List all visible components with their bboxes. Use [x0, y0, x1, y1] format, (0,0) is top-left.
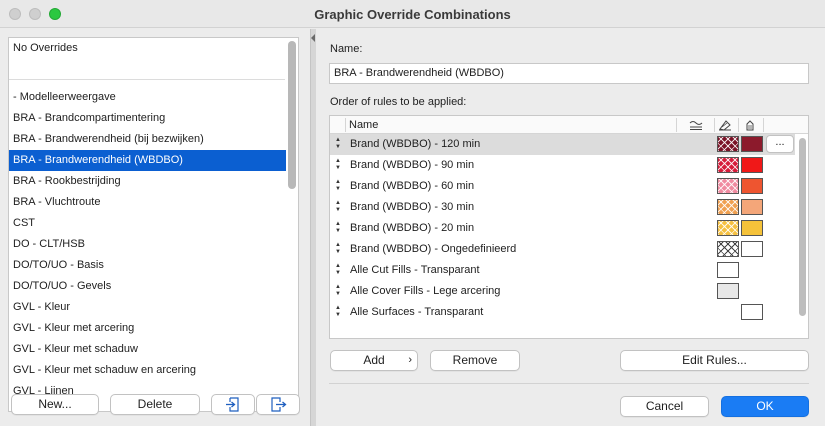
- line-overrides-icon: [689, 119, 703, 131]
- drag-handle-icon[interactable]: ▲ ▼: [334, 263, 342, 277]
- combination-item[interactable]: DO/TO/UO - Basis: [9, 255, 286, 276]
- rule-name: Brand (WBDBO) - 120 min: [350, 138, 481, 150]
- rule-name: Brand (WBDBO) - 30 min: [350, 201, 475, 213]
- rule-row[interactable]: ▲ ▼ Brand (WBDBO) - 60 min: [330, 176, 795, 197]
- drag-handle-icon[interactable]: ▲ ▼: [334, 200, 342, 214]
- rule-name: Brand (WBDBO) - 60 min: [350, 180, 475, 192]
- drag-handle-icon[interactable]: ▲ ▼: [334, 305, 342, 319]
- panel-splitter[interactable]: [310, 29, 316, 426]
- surface-override-swatch[interactable]: [741, 220, 763, 236]
- combination-item[interactable]: BRA - Brandwerendheid (bij bezwijken): [9, 129, 286, 150]
- delete-button[interactable]: Delete: [110, 394, 200, 415]
- rule-row[interactable]: ▲ ▼ Brand (WBDBO) - 30 min: [330, 197, 795, 218]
- combination-item[interactable]: DO/TO/UO - Gevels: [9, 276, 286, 297]
- no-overrides-label: No Overrides: [13, 42, 78, 54]
- import-button[interactable]: [211, 394, 255, 415]
- rule-options-button[interactable]: ...: [766, 135, 794, 153]
- surface-override-swatch[interactable]: [741, 199, 763, 215]
- ok-button[interactable]: OK: [721, 396, 809, 417]
- rule-row[interactable]: ▲ ▼ Brand (WBDBO) - 20 min: [330, 218, 795, 239]
- surface-override-swatch[interactable]: [741, 241, 763, 257]
- rule-name: Alle Surfaces - Transparant: [350, 306, 484, 318]
- combination-item[interactable]: GVL - Kleur: [9, 297, 286, 318]
- export-icon: [270, 397, 287, 412]
- fill-override-swatch[interactable]: [717, 199, 739, 215]
- surface-override-swatch[interactable]: [741, 136, 763, 152]
- add-button[interactable]: Add ›: [330, 350, 418, 371]
- combination-item[interactable]: DO - CLT/HSB: [9, 234, 286, 255]
- surface-override-swatch[interactable]: [741, 178, 763, 194]
- combination-item[interactable]: - Modelleerweergave: [9, 87, 286, 108]
- fill-override-swatch[interactable]: [717, 283, 739, 299]
- rule-name: Brand (WBDBO) - 20 min: [350, 222, 475, 234]
- rule-name: Alle Cover Fills - Lege arcering: [350, 285, 501, 297]
- combination-item[interactable]: BRA - Brandwerendheid (WBDBO): [9, 150, 286, 171]
- rule-name: Alle Cut Fills - Transparant: [350, 264, 480, 276]
- drag-handle-icon[interactable]: ▲ ▼: [334, 179, 342, 193]
- combinations-list[interactable]: No Overrides - Modelleerweergave BRA - Br…: [8, 37, 299, 412]
- combination-item[interactable]: GVL - Kleur met schaduw: [9, 339, 286, 360]
- rule-row[interactable]: ▲ ▼ Brand (WBDBO) - 90 min: [330, 155, 795, 176]
- drag-handle-icon[interactable]: ▲ ▼: [334, 158, 342, 172]
- fill-override-swatch[interactable]: [717, 178, 739, 194]
- combination-item[interactable]: BRA - Vluchtroute: [9, 192, 286, 213]
- combination-item[interactable]: BRA - Brandcompartimentering: [9, 108, 286, 129]
- name-column-header[interactable]: Name: [349, 119, 378, 131]
- drag-handle-icon[interactable]: ▲ ▼: [334, 284, 342, 298]
- no-overrides-item[interactable]: No Overrides: [9, 38, 285, 80]
- surface-overrides-icon: [743, 119, 757, 131]
- surface-override-swatch[interactable]: [741, 157, 763, 173]
- fill-override-swatch[interactable]: [717, 262, 739, 278]
- surface-override-swatch[interactable]: [741, 304, 763, 320]
- combinations-panel: No Overrides - Modelleerweergave BRA - Br…: [0, 29, 310, 426]
- fill-override-swatch[interactable]: [717, 157, 739, 173]
- rules-table-header: Name: [330, 116, 808, 134]
- rules-label: Order of rules to be applied:: [330, 96, 467, 108]
- export-button[interactable]: [256, 394, 300, 415]
- rules-table: Name ▲ ▼ Brand (WBDBO) - 120 min... ▲ ▼ Brand: [329, 115, 809, 339]
- drag-handle-icon[interactable]: ▲ ▼: [334, 242, 342, 256]
- fill-overrides-icon: [718, 119, 732, 131]
- remove-button[interactable]: Remove: [430, 350, 520, 371]
- rule-row[interactable]: ▲ ▼ Alle Cut Fills - Transparant: [330, 260, 795, 281]
- fill-override-swatch[interactable]: [717, 220, 739, 236]
- new-button[interactable]: New...: [11, 394, 99, 415]
- cancel-button[interactable]: Cancel: [620, 396, 709, 417]
- footer-divider: [329, 383, 809, 384]
- title-bar: Graphic Override Combinations: [0, 0, 825, 28]
- list-scrollbar[interactable]: [288, 41, 296, 189]
- edit-rules-button[interactable]: Edit Rules...: [620, 350, 809, 371]
- window-title: Graphic Override Combinations: [314, 7, 511, 22]
- rule-row[interactable]: ▲ ▼ Alle Surfaces - Transparant: [330, 302, 795, 323]
- rules-scrollbar[interactable]: [799, 138, 806, 316]
- fill-override-swatch[interactable]: [717, 136, 739, 152]
- rule-row[interactable]: ▲ ▼ Brand (WBDBO) - 120 min...: [330, 134, 795, 155]
- drag-handle-icon[interactable]: ▲ ▼: [334, 221, 342, 235]
- name-field[interactable]: BRA - Brandwerendheid (WBDBO): [329, 63, 809, 84]
- drag-handle-icon[interactable]: ▲ ▼: [334, 137, 342, 151]
- combination-item[interactable]: GVL - Kleur met arcering: [9, 318, 286, 339]
- fill-override-swatch[interactable]: [717, 241, 739, 257]
- chevron-right-icon: ›: [408, 354, 412, 366]
- rule-name: Brand (WBDBO) - Ongedefinieerd: [350, 243, 517, 255]
- import-icon: [225, 397, 241, 412]
- rule-row[interactable]: ▲ ▼ Brand (WBDBO) - Ongedefinieerd: [330, 239, 795, 260]
- combination-item[interactable]: GVL - Kleur met schaduw en arcering: [9, 360, 286, 381]
- combination-item[interactable]: CST: [9, 213, 286, 234]
- name-label: Name:: [330, 43, 363, 55]
- rule-name: Brand (WBDBO) - 90 min: [350, 159, 475, 171]
- rule-row[interactable]: ▲ ▼ Alle Cover Fills - Lege arcering: [330, 281, 795, 302]
- collapse-arrow-icon[interactable]: [311, 34, 315, 42]
- combination-item[interactable]: BRA - Rookbestrijding: [9, 171, 286, 192]
- add-button-label: Add: [363, 353, 385, 367]
